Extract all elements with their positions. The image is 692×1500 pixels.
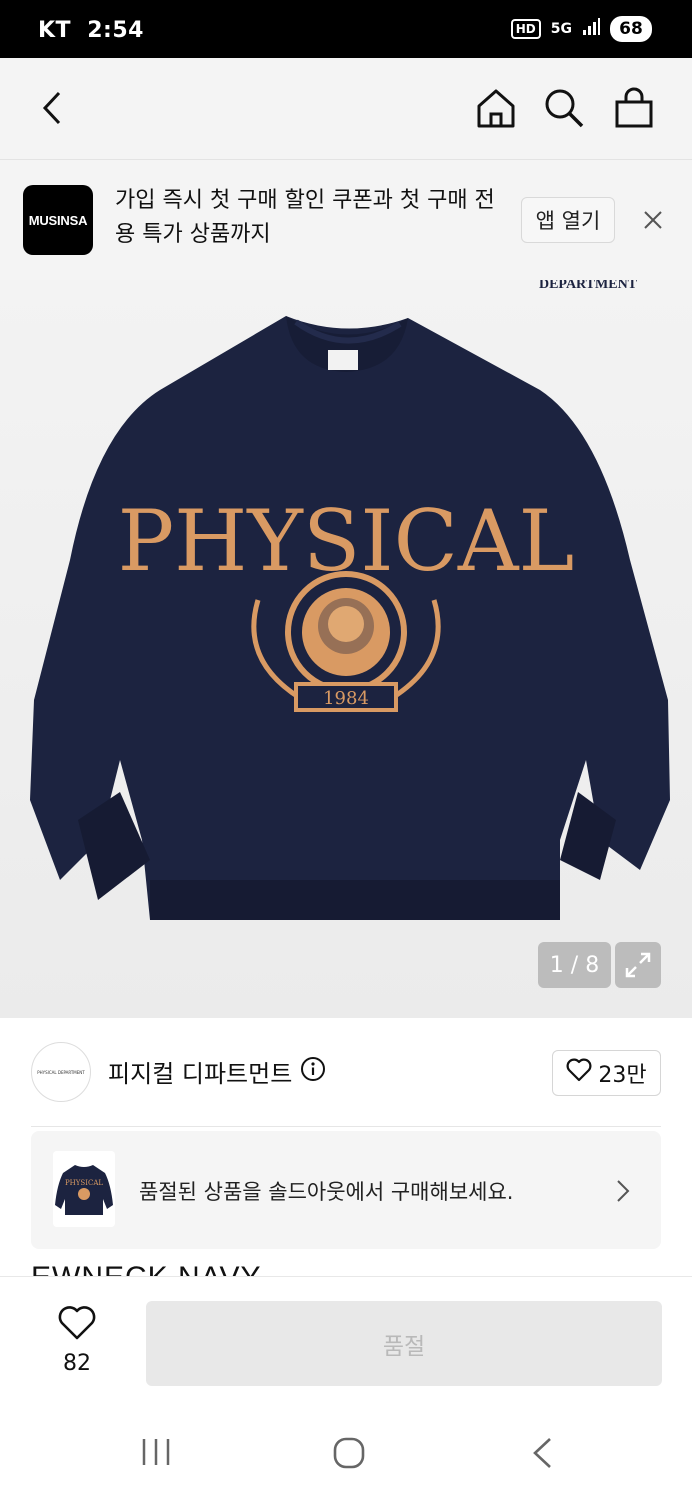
app-install-banner: MUSINSA 가입 즉시 첫 구매 할인 쿠폰과 첫 구매 전용 특가 상품까… [0,160,692,280]
battery-indicator: 68 [610,16,652,42]
open-app-button[interactable]: 앱 열기 [521,197,615,243]
thumb-print-text: PHYSICAL [65,1179,103,1187]
search-icon[interactable] [542,86,586,130]
home-icon[interactable] [474,86,518,130]
brand-like-count: 23만 [598,1063,647,1088]
brand-avatar[interactable]: PHYSICAL DEPARTMENT [31,1042,91,1102]
image-counter: 1 / 8 [538,942,611,988]
carrier-label: KT [38,18,72,43]
back-arrow-icon[interactable] [32,86,76,130]
heart-icon [566,1058,592,1088]
back-icon[interactable] [530,1436,554,1474]
brand-like-button[interactable]: 23만 [552,1050,661,1096]
status-left: KT 2:54 [38,18,144,43]
banner-message: 가입 즉시 첫 구매 할인 쿠폰과 첫 구매 전용 특가 상품까지 [115,188,495,247]
system-nav-bar [0,1402,692,1500]
hd-badge: HD [510,19,541,39]
signal-icon [582,18,600,40]
chevron-right-icon [615,1178,631,1208]
close-icon[interactable] [640,207,666,233]
soldout-card[interactable]: PHYSICAL 품절된 상품을 솔드아웃에서 구매해보세요. [31,1131,661,1249]
soldout-thumbnail: PHYSICAL [53,1151,115,1227]
top-nav [0,58,692,160]
status-bar: KT 2:54 HD 5G 68 [0,0,692,58]
department-fragment-text: DEPARTMENT [539,280,638,292]
divider [31,1126,661,1127]
musinsa-logo: MUSINSA [23,185,93,255]
home-circle-icon[interactable] [332,1436,366,1474]
badge-year-text: 1984 [323,688,369,709]
network-label: 5G [550,21,572,37]
sweatshirt-image: DEPARTMENT PHYSICAL 1984 [30,280,670,920]
shopping-bag-icon[interactable] [612,86,656,130]
clock: 2:54 [87,18,144,43]
bottom-action-bar: 82 품절 [0,1276,692,1402]
brand-name: 피지컬 디파트먼트 [108,1060,293,1088]
soldout-message: 품절된 상품을 솔드아웃에서 구매해보세요. [139,1180,514,1204]
wishlist-button[interactable]: 82 [52,1305,102,1376]
wishlist-count: 82 [63,1351,91,1376]
soldout-buy-button[interactable]: 품절 [146,1301,662,1386]
info-icon[interactable] [300,1056,326,1088]
status-right: HD 5G 68 [510,16,652,42]
expand-icon[interactable] [615,942,661,988]
heart-outline-icon [57,1306,97,1345]
recent-apps-icon[interactable] [140,1436,172,1472]
product-title-partial: EWNECK NAVY [31,1258,261,1276]
brand-row: PHYSICAL DEPARTMENT 피지컬 디파트먼트 23만 [0,1018,692,1128]
product-image-carousel[interactable]: DEPARTMENT PHYSICAL 1984 1 / 8 [0,280,692,1018]
brand-name-link[interactable]: 피지컬 디파트먼트 [108,1054,326,1089]
